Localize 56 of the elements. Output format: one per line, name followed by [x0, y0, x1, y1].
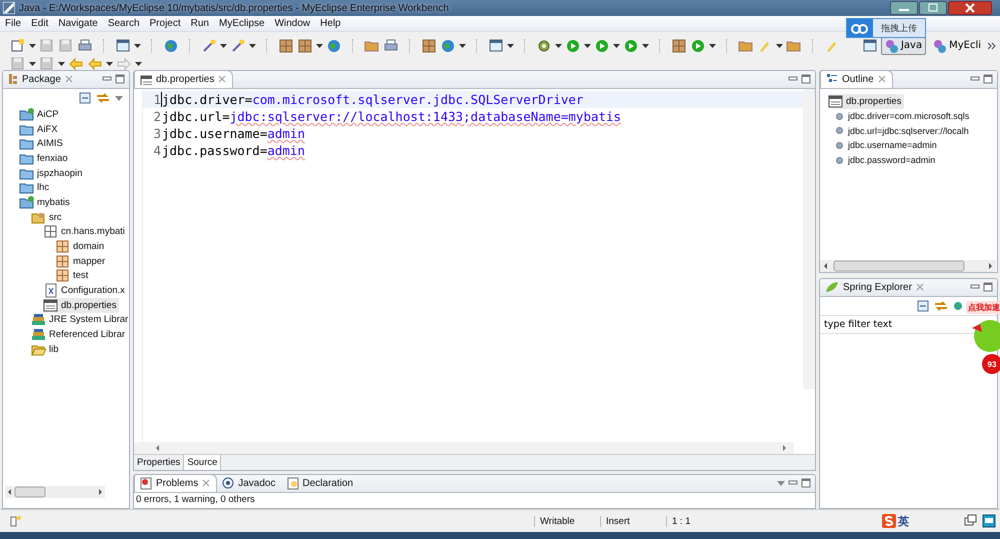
editor-tab[interactable]: db.properties: [134, 71, 234, 88]
menu-item[interactable]: Search: [102, 18, 145, 29]
status-field: Insert: [600, 516, 666, 526]
view-tab[interactable]: Javadoc: [217, 475, 282, 492]
menu-item[interactable]: Project: [144, 18, 186, 29]
tree-item[interactable]: AiFX: [19, 122, 61, 136]
tree-item[interactable]: db.properties: [43, 298, 120, 313]
upload-popup[interactable]: 拖拽上传: [846, 18, 926, 38]
menu-item[interactable]: Window: [270, 18, 316, 29]
outline-item[interactable]: jdbc.url=jdbc:sqlserver://localh: [836, 123, 972, 138]
tree-item[interactable]: jspzhaopin: [19, 166, 86, 180]
upload-label[interactable]: 拖拽上传: [873, 22, 925, 34]
view-tab[interactable]: Declaration: [282, 475, 360, 492]
line-number: 4: [152, 143, 161, 158]
menu-item[interactable]: MyEclipse: [214, 18, 270, 29]
code-line: jdbc.url=jdbc:sqlserver://localhost:1433;databaseName=mybatis: [161, 109, 622, 124]
tree-item[interactable]: test: [55, 268, 92, 284]
menu-item[interactable]: Run: [186, 18, 214, 29]
tree-item[interactable]: JRE System Librar: [31, 312, 129, 328]
menu-item[interactable]: File: [0, 18, 26, 29]
outline-item[interactable]: jdbc.driver=com.microsoft.sqls: [836, 108, 972, 124]
speedup-tooltip[interactable]: 点我加速: [966, 301, 1000, 314]
tree-item[interactable]: lhc: [19, 180, 52, 196]
tree-item[interactable]: fenxiao: [19, 151, 71, 166]
code-line: jdbc.password=admin: [161, 143, 305, 158]
outline-item[interactable]: jdbc.username=admin: [836, 138, 940, 153]
code-line: jdbc.driver=com.microsoft.sqlserver.jdbc.SQLServerDriver: [161, 92, 584, 107]
perspective-button[interactable]: MyEcli: [929, 36, 985, 54]
tree-item[interactable]: AiCP: [19, 107, 62, 122]
line-number: 2: [152, 109, 161, 124]
view-tab[interactable]: Problems: [134, 475, 218, 492]
menu-item[interactable]: Navigate: [53, 18, 103, 29]
status-field: 1 : 1: [666, 516, 732, 526]
line-number: 3: [152, 126, 161, 141]
outline-item[interactable]: jdbc.password=admin: [836, 152, 938, 168]
filter-field[interactable]: type filter text: [820, 315, 997, 334]
tree-item[interactable]: Referenced Librar: [31, 327, 128, 342]
ime-language[interactable]: 英: [898, 514, 909, 528]
problems-summary: 0 errors, 1 warning, 0 others: [135, 493, 256, 507]
tree-item[interactable]: domain: [55, 239, 108, 254]
view-tab[interactable]: Outline: [820, 71, 893, 88]
editor-mode-tab[interactable]: Source: [184, 455, 222, 470]
tree-item[interactable]: AIMIS: [19, 136, 66, 152]
outline-item[interactable]: db.properties: [828, 94, 904, 109]
window-title: Java - E:/Workspaces/MyEclipse 10/mybatis/src/db.properties - MyEclipse Enterprise Workbench: [19, 2, 449, 14]
line-number: 1: [152, 92, 161, 107]
tree-item[interactable]: mapper: [55, 254, 108, 269]
tree-item[interactable]: lib: [31, 342, 62, 357]
tree-item[interactable]: mybatis: [19, 195, 73, 210]
tree-item[interactable]: src: [31, 210, 65, 224]
menu-item[interactable]: Edit: [26, 18, 54, 29]
status-field: Writable: [534, 516, 600, 526]
menu-item[interactable]: Help: [315, 18, 346, 29]
code-line: jdbc.username=admin: [161, 126, 305, 141]
tree-item[interactable]: cn.hans.mybati: [43, 224, 128, 240]
tree-item[interactable]: Configuration.x: [43, 283, 128, 298]
